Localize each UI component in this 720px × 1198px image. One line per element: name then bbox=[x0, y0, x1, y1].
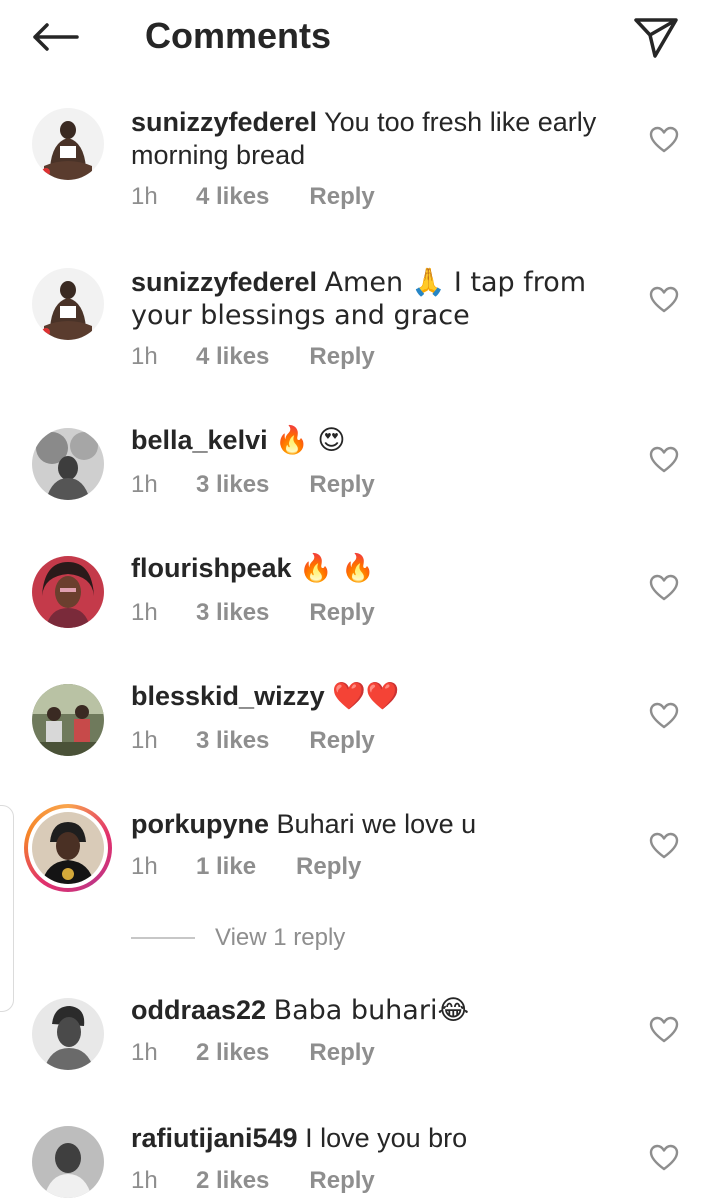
comment-username[interactable]: porkupyne bbox=[131, 809, 269, 839]
heart-icon[interactable] bbox=[648, 444, 680, 476]
comment-meta: 1h 2 likes Reply bbox=[131, 1038, 375, 1068]
heart-icon[interactable] bbox=[648, 284, 680, 316]
comment-username[interactable]: oddraas22 bbox=[131, 995, 266, 1025]
comment-time: 1h bbox=[131, 471, 158, 498]
comment-meta: 1h 3 likes Reply bbox=[131, 470, 375, 500]
profile-photo bbox=[32, 684, 104, 756]
comment-text: sunizzyfederel Amen 🙏 I tap from your bl… bbox=[131, 266, 631, 332]
heart-icon[interactable] bbox=[648, 572, 680, 604]
comments-header: Comments bbox=[0, 0, 720, 76]
comment-meta: 1h 1 like Reply bbox=[131, 852, 361, 882]
comment-likes[interactable]: 3 likes bbox=[196, 726, 269, 756]
comment-username[interactable]: rafiutijani549 bbox=[131, 1123, 298, 1153]
comment-likes[interactable]: 4 likes bbox=[196, 342, 269, 372]
comment-likes[interactable]: 4 likes bbox=[196, 182, 269, 212]
reply-button[interactable]: Reply bbox=[309, 726, 374, 756]
reply-button[interactable]: Reply bbox=[309, 598, 374, 628]
story-ring bbox=[28, 808, 108, 888]
comment-likes[interactable]: 3 likes bbox=[196, 598, 269, 628]
comment-text: blesskid_wizzy ❤️❤️ bbox=[131, 680, 631, 713]
comment-text: porkupyne Buhari we love u bbox=[131, 808, 631, 841]
arrow-left-icon bbox=[33, 23, 79, 51]
heart-icon[interactable] bbox=[648, 1014, 680, 1046]
reply-button[interactable]: Reply bbox=[309, 1166, 374, 1196]
comment-meta: 1h 2 likes Reply bbox=[131, 1166, 375, 1196]
view-replies-button[interactable]: View 1 reply bbox=[131, 924, 345, 952]
avatar[interactable] bbox=[32, 108, 104, 180]
comment-meta: 1h 3 likes Reply bbox=[131, 598, 375, 628]
comment-time: 1h bbox=[131, 343, 158, 370]
comment-username[interactable]: sunizzyfederel bbox=[131, 267, 317, 297]
share-button[interactable] bbox=[628, 10, 684, 66]
page-title: Comments bbox=[145, 15, 332, 56]
comment-meta: 1h 4 likes Reply bbox=[131, 342, 375, 372]
profile-photo bbox=[32, 108, 104, 180]
comment-text: oddraas22 Baba buhari😂 bbox=[131, 994, 631, 1027]
heart-icon[interactable] bbox=[648, 124, 680, 156]
profile-photo bbox=[32, 812, 104, 884]
comment-time: 1h bbox=[131, 853, 158, 880]
comment-time: 1h bbox=[131, 599, 158, 626]
profile-photo bbox=[32, 1126, 104, 1198]
reply-button[interactable]: Reply bbox=[309, 342, 374, 372]
comment-username[interactable]: blesskid_wizzy bbox=[131, 681, 325, 711]
reply-button[interactable]: Reply bbox=[309, 1038, 374, 1068]
reply-button[interactable]: Reply bbox=[296, 852, 361, 882]
comment-meta: 1h 4 likes Reply bbox=[131, 182, 375, 212]
avatar[interactable] bbox=[32, 268, 104, 340]
comment-text: bella_kelvi 🔥 😍 bbox=[131, 424, 631, 457]
comment-body: I love you bro bbox=[305, 1123, 468, 1153]
comment-likes[interactable]: 2 likes bbox=[196, 1038, 269, 1068]
comment-body: Buhari we love u bbox=[276, 809, 477, 839]
comment-likes[interactable]: 3 likes bbox=[196, 470, 269, 500]
comment-username[interactable]: flourishpeak bbox=[131, 553, 292, 583]
comment-username[interactable]: bella_kelvi bbox=[131, 425, 268, 455]
profile-photo bbox=[32, 998, 104, 1070]
avatar[interactable] bbox=[32, 556, 104, 628]
avatar[interactable] bbox=[32, 998, 104, 1070]
comment-body: Baba buhari😂 bbox=[273, 995, 469, 1026]
comment-text: flourishpeak 🔥 🔥 bbox=[131, 552, 631, 585]
profile-photo bbox=[32, 556, 104, 628]
heart-icon[interactable] bbox=[648, 830, 680, 862]
view-replies-label: View 1 reply bbox=[215, 924, 346, 951]
comment-text: rafiutijani549 I love you bro bbox=[131, 1122, 631, 1155]
avatar[interactable] bbox=[32, 1126, 104, 1198]
comment-username[interactable]: sunizzyfederel bbox=[131, 107, 317, 137]
reply-button[interactable]: Reply bbox=[309, 182, 374, 212]
reply-button[interactable]: Reply bbox=[309, 470, 374, 500]
comment-meta: 1h 3 likes Reply bbox=[131, 726, 375, 756]
avatar[interactable] bbox=[32, 684, 104, 756]
heart-icon[interactable] bbox=[648, 700, 680, 732]
comment-likes[interactable]: 2 likes bbox=[196, 1166, 269, 1196]
comment-body: 🔥 😍 bbox=[275, 425, 346, 456]
comment-likes[interactable]: 1 like bbox=[196, 852, 256, 882]
back-button[interactable] bbox=[22, 12, 88, 62]
profile-photo bbox=[32, 268, 104, 340]
comment-time: 1h bbox=[131, 183, 158, 210]
comment-body: ❤️❤️ bbox=[332, 681, 400, 712]
paper-plane-icon bbox=[634, 18, 678, 58]
comment-time: 1h bbox=[131, 1167, 158, 1194]
heart-icon[interactable] bbox=[648, 1142, 680, 1174]
comment-time: 1h bbox=[131, 727, 158, 754]
avatar[interactable] bbox=[32, 428, 104, 500]
comment-time: 1h bbox=[131, 1039, 158, 1066]
comment-body: 🔥 🔥 bbox=[299, 553, 375, 584]
profile-photo bbox=[32, 428, 104, 500]
comment-text: sunizzyfederel You too fresh like early … bbox=[131, 106, 631, 172]
side-panel-edge bbox=[0, 805, 14, 1012]
divider-line bbox=[131, 937, 195, 939]
avatar-story-ring[interactable] bbox=[24, 804, 112, 892]
